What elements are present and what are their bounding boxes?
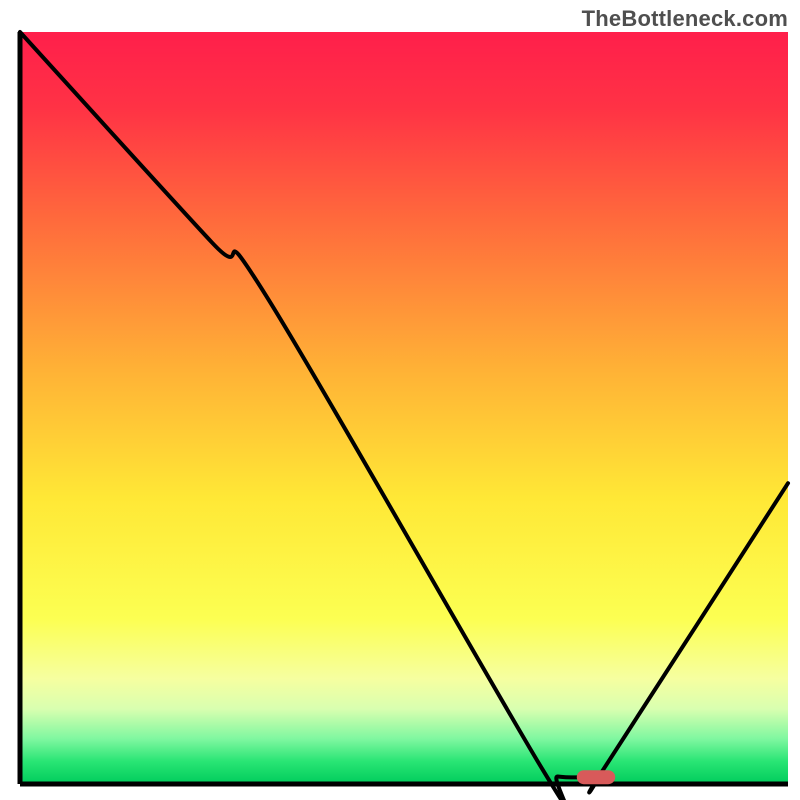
watermark-text: TheBottleneck.com	[582, 6, 788, 32]
gradient-background	[20, 32, 788, 784]
optimal-range-marker	[577, 770, 615, 784]
chart-container: TheBottleneck.com	[0, 0, 800, 800]
bottleneck-chart	[0, 0, 800, 800]
